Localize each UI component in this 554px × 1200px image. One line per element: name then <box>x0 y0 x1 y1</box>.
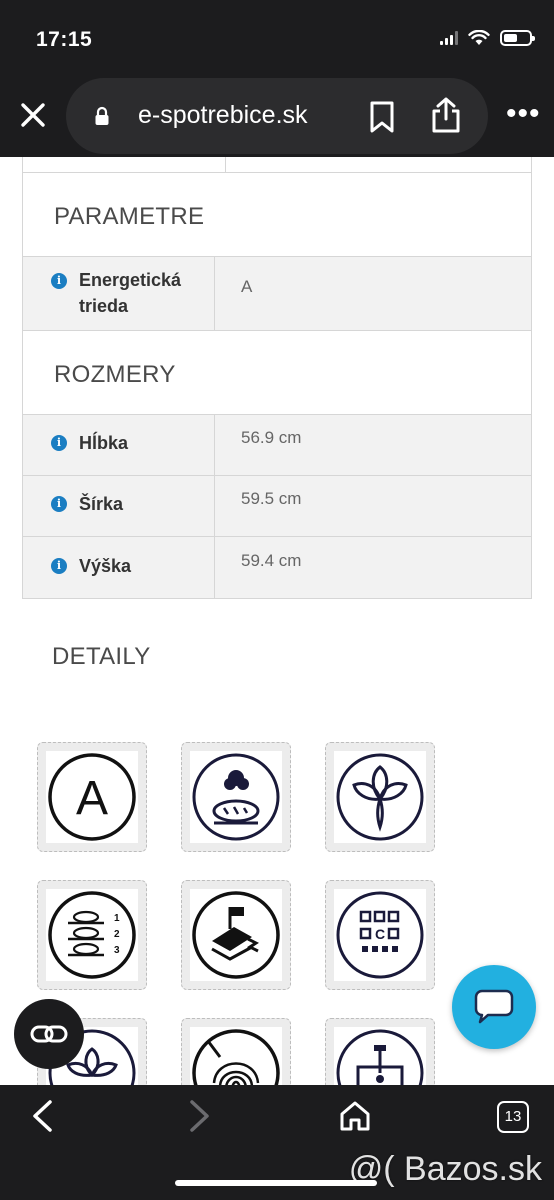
chat-button[interactable] <box>452 965 536 1049</box>
tabs-button[interactable]: 13 <box>497 1101 529 1133</box>
bookmark-icon[interactable] <box>368 100 396 134</box>
eco-fan-icon <box>336 753 424 841</box>
row-value: A <box>241 277 253 296</box>
info-icon[interactable]: i <box>51 558 67 574</box>
info-icon[interactable]: i <box>51 435 67 451</box>
close-icon <box>21 103 45 127</box>
info-icon[interactable]: i <box>51 273 67 289</box>
browser-top-bar: 17:15 e-spotrebice.sk ••• <box>0 0 554 157</box>
wifi-icon <box>468 30 490 45</box>
home-indicator[interactable] <box>175 1180 377 1186</box>
control-panel-icon: C <box>336 891 424 979</box>
feature-card[interactable]: 1 2 3 <box>37 880 147 990</box>
details-title: DETAILY <box>52 643 151 670</box>
feature-card[interactable] <box>325 742 435 852</box>
close-tab-button[interactable] <box>16 98 50 132</box>
svg-text:A: A <box>76 772 108 825</box>
row-label: Výška <box>79 556 132 576</box>
svg-text:2: 2 <box>114 929 120 940</box>
svg-text:1: 1 <box>114 913 120 924</box>
url-text: e-spotrebice.sk <box>138 101 308 129</box>
cellular-signal-icon <box>440 31 458 45</box>
info-icon[interactable]: i <box>51 496 67 512</box>
table-row: i Energetická trieda A <box>22 256 532 331</box>
section-header-rozmery: ROZMERY <box>22 331 532 415</box>
svg-text:C: C <box>375 926 385 942</box>
feature-card[interactable]: C <box>325 880 435 990</box>
share-icon[interactable] <box>430 96 462 134</box>
more-options-button[interactable]: ••• <box>506 99 541 129</box>
row-value: 56.9 cm <box>241 428 302 447</box>
hydrolytic-cleaning-icon <box>336 1029 424 1085</box>
watermark: @( Bazos.sk <box>348 1150 542 1188</box>
link-button[interactable] <box>14 999 84 1069</box>
link-icon <box>30 1025 68 1043</box>
lock-icon <box>95 106 109 125</box>
baking-bread-icon <box>192 753 280 841</box>
steam-cleaning-icon <box>192 891 280 979</box>
feature-card[interactable] <box>181 880 291 990</box>
row-label: Šírka <box>79 494 124 514</box>
section-title: PARAMETRE <box>54 203 205 230</box>
section-header-parametre: PARAMETRE <box>22 173 532 257</box>
feature-card[interactable] <box>181 742 291 852</box>
chat-bubble-icon <box>474 989 514 1024</box>
energy-class-a-icon: A <box>48 753 136 841</box>
row-value: 59.4 cm <box>241 551 302 570</box>
row-label: Hĺbka <box>79 433 129 453</box>
table-row: i Šírka 59.5 cm <box>22 475 532 537</box>
fingerprint-proof-icon <box>192 1029 280 1085</box>
feature-card[interactable]: A <box>37 742 147 852</box>
table-row: i Výška 59.4 cm <box>22 536 532 599</box>
table-row-partial <box>22 157 532 173</box>
address-bar[interactable]: e-spotrebice.sk <box>66 78 488 154</box>
status-time: 17:15 <box>36 28 93 51</box>
status-icons <box>440 30 535 46</box>
battery-icon <box>500 30 535 46</box>
feature-card[interactable] <box>181 1018 291 1085</box>
forward-arrow-icon[interactable] <box>184 1099 214 1133</box>
table-row: i Hĺbka 56.9 cm <box>22 414 532 476</box>
three-level-baking-icon: 1 2 3 <box>48 891 136 979</box>
row-label: Energetická trieda <box>79 270 182 316</box>
page-content: PARAMETRE i Energetická trieda A ROZMERY… <box>0 157 554 1085</box>
home-icon[interactable] <box>338 1099 372 1133</box>
row-value: 59.5 cm <box>241 489 302 508</box>
section-title: ROZMERY <box>54 361 176 388</box>
back-arrow-icon[interactable] <box>28 1099 58 1133</box>
feature-card[interactable] <box>325 1018 435 1085</box>
svg-text:3: 3 <box>114 945 120 956</box>
